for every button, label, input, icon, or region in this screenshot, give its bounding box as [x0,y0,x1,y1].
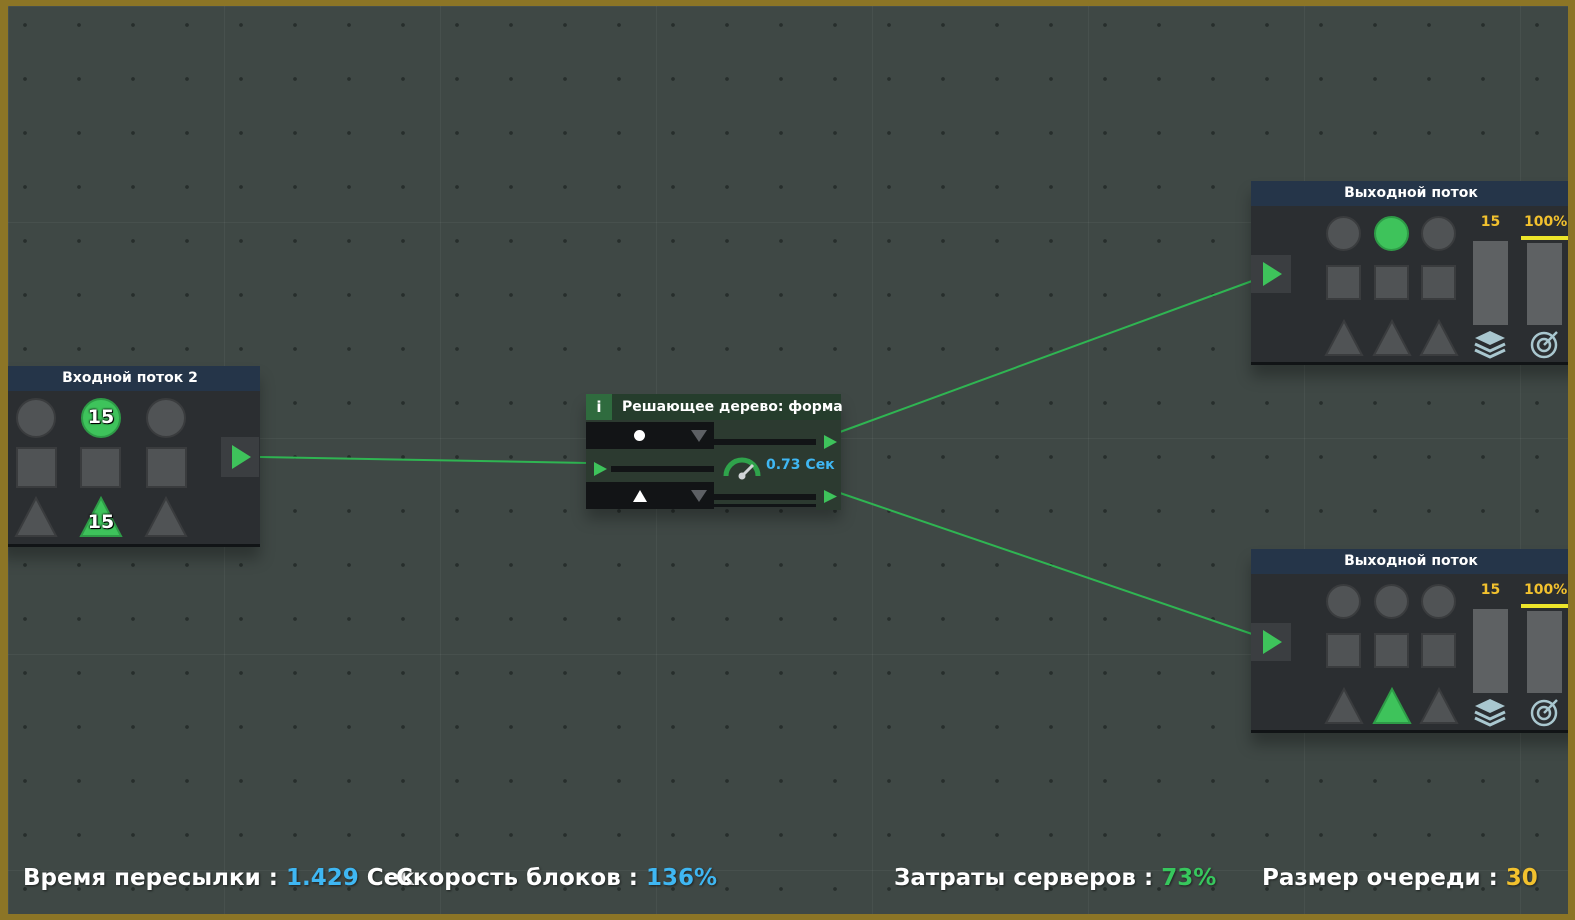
output-1-triangle-slot-1 [1324,319,1364,357]
input-circle-slot-3 [146,398,186,438]
output-1-square-slot-3 [1421,265,1456,300]
transfer-time-stat: Время пересылки : 1.429 Сек [23,865,415,891]
decision-tree-node[interactable]: i Решающее дерево: форма 0.73 Сек [586,394,843,510]
output-2-accuracy-line [1521,604,1568,608]
output-2-accuracy-bar [1527,611,1562,693]
input-square-slot-2 [80,447,121,488]
output-1-square-slot-2 [1374,265,1409,300]
branch-top-selector[interactable] [586,422,714,449]
output-2-queue-count: 15 [1480,582,1501,598]
output-1-circle-slot-1 [1326,216,1361,251]
play-arrow-icon [232,445,251,469]
processing-time: 0.73 Сек [766,457,835,473]
output-1-circle-slot-3 [1421,216,1456,251]
layers-icon [1474,699,1506,727]
wire-decision-to-output-1 [839,280,1253,433]
speedometer-icon [723,457,761,480]
target-icon [1530,699,1558,727]
output-1-input-port[interactable] [1251,255,1291,293]
output-1-queue-count: 15 [1480,214,1501,230]
input-triangle-count: 15 [87,511,115,533]
output-2-accuracy-column: 100% [1521,579,1568,729]
decision-title: Решающее дерево: форма [622,399,843,415]
output-2-queue-column: 15 [1473,579,1508,729]
branch-top-channel [714,439,816,445]
output-1-triangle-slot-3 [1419,319,1459,357]
input-triangle-slot-3 [144,496,188,538]
server-cost-stat: Затраты серверов : 73% [894,865,1216,891]
chevron-down-icon [691,490,707,502]
output-2-triangle-slot-3 [1419,687,1459,725]
output-1-queue-bar [1473,241,1508,325]
server-cost-label: Затраты серверов : [894,865,1154,891]
input-stream-title: Входной поток 2 [8,366,260,391]
decision-input-port[interactable] [586,455,611,483]
layers-icon [1474,331,1506,359]
output-stream-node-1[interactable]: Выходной поток 15 100% [1251,181,1568,365]
play-arrow-icon [1263,262,1282,286]
transfer-time-value: 1.429 [285,865,359,891]
input-circle-count: 15 [87,406,115,428]
output-2-square-slot-3 [1421,633,1456,668]
transfer-time-label: Время пересылки : [23,865,278,891]
decision-header: i Решающее дерево: форма [586,394,843,420]
input-square-slot-3 [146,447,187,488]
input-stream-node[interactable]: Входной поток 2 15 15 [8,366,260,547]
output-2-triangle-slot-1 [1324,687,1364,725]
output-1-accuracy-line [1521,236,1568,240]
output-stream-title-2: Выходной поток [1251,549,1568,574]
triangle-shape-icon [633,490,647,502]
output-2-queue-bar [1473,609,1508,693]
output-1-square-slot-1 [1326,265,1361,300]
block-speed-stat: Скорость блоков : 136% [396,865,717,891]
branch-bottom-selector[interactable] [586,482,714,509]
output-1-accuracy-bar [1527,243,1562,325]
input-circle-slot-2: 15 [81,398,121,438]
queue-size-stat: Размер очереди : 30 [1262,865,1538,891]
input-triangle-slot-1 [14,496,58,538]
play-arrow-icon [824,435,837,449]
input-channel [611,466,714,472]
input-output-port[interactable] [221,437,259,477]
output-2-triangle-slot-2 [1372,687,1412,725]
play-arrow-icon [1263,630,1282,654]
queue-size-value: 30 [1505,865,1538,891]
wire-decision-to-output-2 [839,492,1253,635]
play-arrow-icon [824,490,837,503]
play-arrow-icon [594,462,607,476]
input-circle-slot-1 [16,398,56,438]
block-speed-label: Скорость блоков : [396,865,638,891]
output-2-input-port[interactable] [1251,623,1291,661]
chevron-down-icon [691,430,707,442]
game-board[interactable]: Входной поток 2 15 15 i Решающее дерево:… [8,6,1568,914]
output-1-queue-column: 15 [1473,211,1508,361]
block-speed-value: 136% [645,865,718,891]
target-icon [1530,331,1558,359]
output-2-square-slot-2 [1374,633,1409,668]
output-1-percent: 100% [1524,214,1568,230]
queue-size-label: Размер очереди : [1262,865,1498,891]
input-triangle-slot-2: 15 [79,496,123,538]
output-1-triangle-slot-2 [1372,319,1412,357]
output-2-percent: 100% [1524,582,1568,598]
wire-input-to-decision [259,456,589,464]
server-cost-value: 73% [1161,865,1217,891]
output-stream-title-1: Выходной поток [1251,181,1568,206]
output-stream-node-2[interactable]: Выходной поток 15 100% [1251,549,1568,733]
output-2-circle-slot-3 [1421,584,1456,619]
input-square-slot-1 [16,447,57,488]
branch-bottom-channel [714,494,816,500]
output-1-circle-slot-2 [1374,216,1409,251]
branch-top-output-port[interactable] [816,428,841,456]
output-2-circle-slot-1 [1326,584,1361,619]
circle-shape-icon [634,430,645,441]
output-2-square-slot-1 [1326,633,1361,668]
output-2-circle-slot-2 [1374,584,1409,619]
output-1-accuracy-column: 100% [1521,211,1568,361]
branch-bottom-output-port[interactable] [816,483,841,510]
info-button[interactable]: i [586,394,612,420]
